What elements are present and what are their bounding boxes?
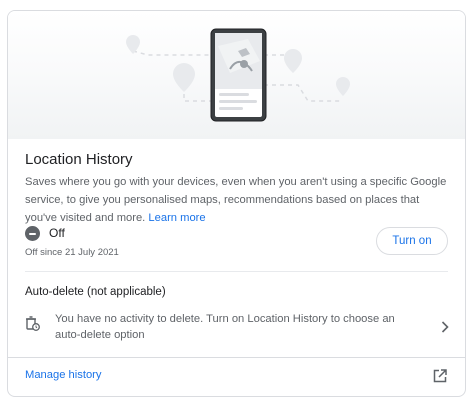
location-history-card: Location History Saves where you go with…: [7, 10, 466, 397]
status-since-date: Off since 21 July 2021: [25, 247, 119, 258]
chevron-right-icon: [441, 320, 449, 338]
footer-divider: [8, 357, 465, 358]
minus-circle-icon: [25, 226, 40, 241]
hero-illustration: [8, 11, 465, 139]
map-pin-icon: [336, 77, 350, 96]
auto-delete-message: You have no activity to delete. Turn on …: [55, 313, 395, 341]
status-state: Off: [49, 226, 65, 240]
auto-delete-title: Auto-delete (not applicable): [25, 286, 166, 298]
map-pin-icon: [126, 35, 140, 54]
auto-delete-icon: [26, 316, 40, 337]
map-pin-icon: [284, 49, 302, 73]
description-text: Saves where you go with your devices, ev…: [25, 176, 447, 224]
section-description: Saves where you go with your devices, ev…: [25, 173, 450, 227]
manage-history-link[interactable]: Manage history: [25, 369, 102, 381]
section-title: Location History: [25, 151, 133, 168]
divider: [25, 271, 448, 272]
turn-on-button[interactable]: Turn on: [376, 227, 448, 255]
phone-map-illustration: [126, 28, 350, 122]
open-in-new-icon[interactable]: [433, 369, 447, 388]
map-pin-icon: [173, 63, 195, 92]
learn-more-link[interactable]: Learn more: [148, 212, 205, 224]
auto-delete-row[interactable]: You have no activity to delete. Turn on …: [8, 307, 465, 347]
phone-icon: [210, 28, 267, 122]
